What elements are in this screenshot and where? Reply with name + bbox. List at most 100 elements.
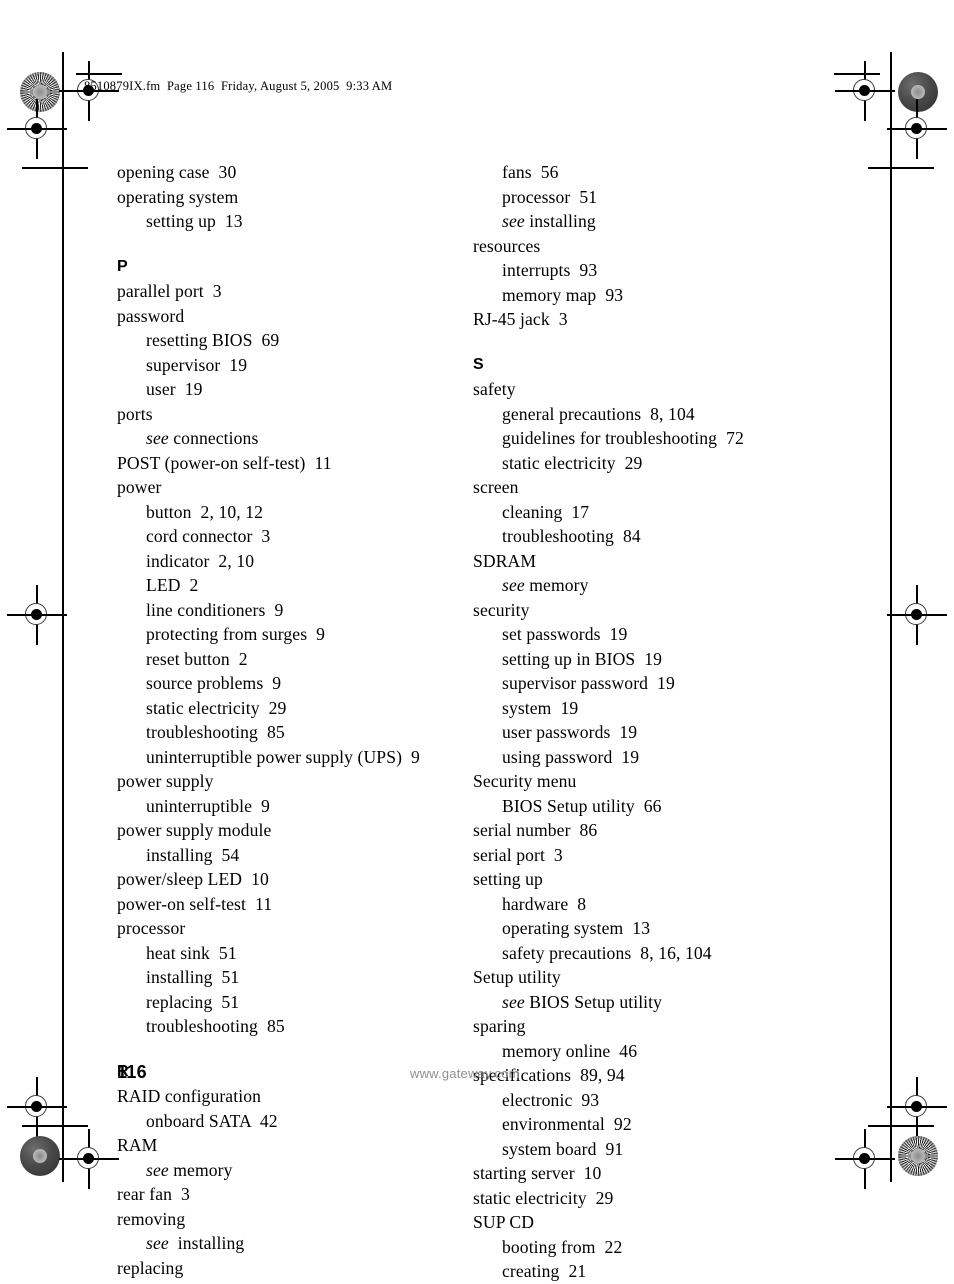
- index-entry: screen: [473, 477, 519, 497]
- index-subentry: installing 51: [146, 967, 240, 987]
- index-subentry: setting up 13: [146, 211, 243, 231]
- registration-ring: [905, 117, 927, 139]
- index-entry: ports: [117, 403, 153, 424]
- index-subentry: using password 19: [502, 746, 640, 767]
- index-entry: POST (power-on self-test) 11: [117, 452, 332, 473]
- index-subentry: source problems 9: [146, 673, 282, 693]
- index-subentry: see memory: [117, 1158, 477, 1183]
- index-subentry: booting from 22: [502, 1236, 623, 1257]
- density-patch-starburst-top-left: [20, 72, 60, 112]
- index-subentry: button 2, 10, 12: [146, 501, 264, 522]
- index-entry: power-on self-test 11: [117, 893, 273, 914]
- index-subentry: troubleshooting 84: [502, 526, 641, 546]
- index-entry: resources: [473, 235, 541, 256]
- index-subentry: user passwords 19: [502, 722, 638, 742]
- see-reference-label: see: [502, 575, 525, 595]
- index-entry: power supply module: [117, 820, 272, 840]
- registration-ring: [853, 79, 875, 101]
- index-subentry: creating 21: [502, 1261, 587, 1281]
- index-subentry: general precautions 8, 104: [502, 403, 695, 424]
- index-entry: SDRAM: [473, 550, 537, 571]
- index-subentry: see BIOS Setup utility: [473, 990, 833, 1015]
- index-entry: Security menu: [473, 771, 577, 791]
- registration-dot: [31, 1101, 42, 1112]
- index-subentry: see memory: [473, 573, 833, 598]
- index-entry: serial port 3: [473, 844, 563, 865]
- index-entry: opening case 30: [117, 162, 237, 182]
- index-subentry: environmental 92: [502, 1114, 632, 1134]
- trim-mark-left-lower-horizontal: [22, 1125, 88, 1127]
- trim-mark-right-lower-horizontal: [868, 1125, 934, 1127]
- registration-dot: [859, 1153, 870, 1164]
- index-subentry: replacing 51: [146, 991, 240, 1012]
- index-letter-heading: S: [473, 355, 484, 373]
- index-subentry: static electricity 29: [146, 697, 287, 718]
- index-subentry: onboard SATA 42: [146, 1110, 278, 1131]
- index-subentry: uninterruptible power supply (UPS) 9: [146, 746, 420, 767]
- index-subentry: protecting from surges 9: [146, 624, 326, 644]
- index-subentry: processor 51: [502, 186, 598, 207]
- index-subentry: indicator 2, 10: [146, 550, 255, 571]
- index-subentry: cleaning 17: [502, 501, 590, 522]
- see-reference-label: see: [146, 428, 169, 448]
- registration-target-right-upper: [887, 99, 947, 159]
- index-subentry: see installing: [473, 209, 833, 234]
- index-entry: static electricity 29: [473, 1187, 614, 1208]
- registration-target-right-lower: [887, 1077, 947, 1137]
- index-subentry: supervisor password 19: [502, 673, 675, 693]
- registration-dot: [859, 85, 870, 96]
- index-entry: setting up: [473, 869, 543, 889]
- index-entry: rear fan 3: [117, 1184, 190, 1204]
- index-letter-heading: P: [117, 257, 128, 275]
- index-subentry: troubleshooting 85: [146, 1016, 285, 1036]
- index-entry: parallel port 3: [117, 281, 222, 301]
- index-subentry: see connections: [117, 426, 477, 451]
- index-columns: opening case 30 operating system setting u…: [0, 160, 954, 1281]
- index-subentry: setting up in BIOS 19: [502, 648, 663, 669]
- registration-target-top-right: [835, 61, 895, 121]
- see-reference-target: BIOS Setup utility: [524, 991, 663, 1012]
- see-reference-target: installing: [524, 211, 596, 231]
- index-entry: Setup utility: [473, 967, 561, 987]
- index-column-left: opening case 30 operating system setting u…: [117, 160, 477, 1280]
- index-entry: operating system: [117, 186, 239, 207]
- registration-dot: [83, 1153, 94, 1164]
- footer-website: www.gateway.com: [410, 1066, 520, 1081]
- index-subentry: interrupts 93: [502, 260, 598, 280]
- index-entry: power: [117, 477, 162, 497]
- index-subentry: user 19: [146, 379, 203, 399]
- index-subentry: operating system 13: [502, 918, 651, 938]
- index-subentry: electronic 93: [502, 1089, 600, 1110]
- see-reference-target: memory: [168, 1159, 233, 1180]
- index-subentry: system board 91: [502, 1138, 624, 1159]
- registration-ring: [905, 1095, 927, 1117]
- density-patch-starburst-bottom-right: [898, 1136, 938, 1176]
- index-subentry: memory online 46: [502, 1040, 638, 1061]
- index-subentry: hardware 8: [502, 893, 587, 914]
- registration-target-left-upper: [7, 99, 67, 159]
- index-subentry: set passwords 19: [502, 624, 628, 644]
- see-reference-target: memory: [524, 575, 589, 595]
- registration-target-bottom-right: [835, 1129, 895, 1189]
- page-slug: 8510879IX.fm Page 116 Friday, August 5, …: [84, 79, 393, 93]
- index-subentry: BIOS Setup utility 66: [502, 795, 662, 816]
- registration-dot: [911, 123, 922, 134]
- see-reference-label: see: [146, 1159, 169, 1180]
- registration-dot: [911, 1101, 922, 1112]
- index-entry: safety: [473, 379, 516, 399]
- index-subentry: supervisor 19: [146, 354, 248, 375]
- index-entry: specifications 89, 94: [473, 1065, 625, 1085]
- index-entry: SUP CD: [473, 1212, 535, 1232]
- see-reference-target: connections: [168, 428, 259, 448]
- index-subentry: fans 56: [502, 162, 559, 182]
- index-subentry: resetting BIOS 69: [146, 330, 280, 350]
- see-reference-label: see: [502, 991, 525, 1012]
- page-number: 116: [117, 1062, 147, 1082]
- index-entry: serial number 86: [473, 820, 598, 840]
- index-entry: RAID configuration: [117, 1086, 261, 1106]
- index-subentry: LED 2: [146, 575, 199, 595]
- index-subentry: troubleshooting 85: [146, 722, 285, 742]
- registration-ring: [77, 1147, 99, 1169]
- index-subentry: system 19: [502, 697, 579, 718]
- index-entry: processor: [117, 918, 186, 938]
